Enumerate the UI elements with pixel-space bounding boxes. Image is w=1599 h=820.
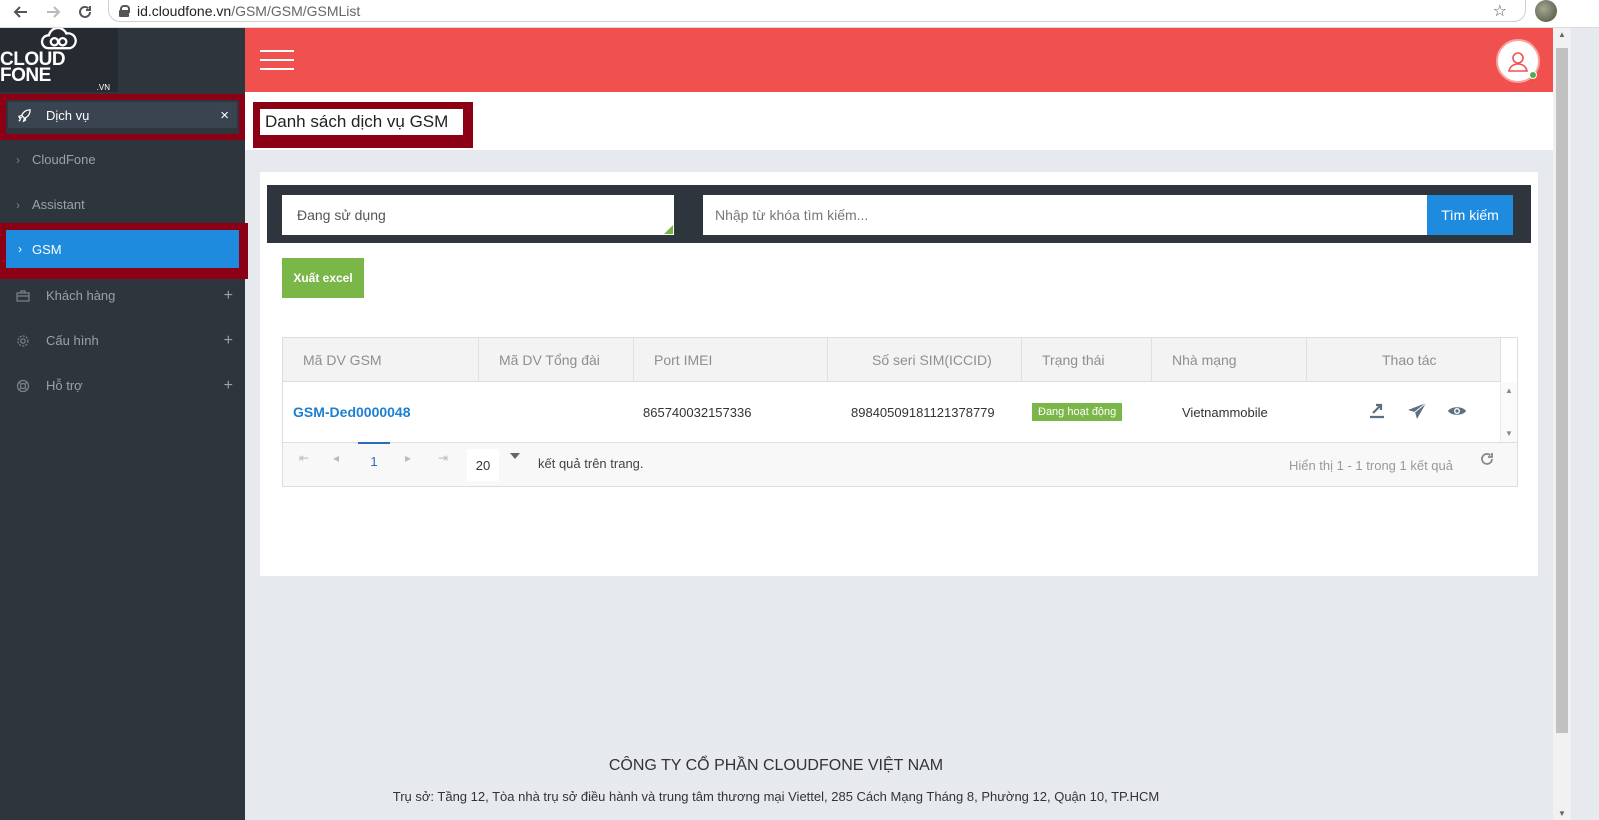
- scroll-up-icon[interactable]: ▲: [1558, 30, 1566, 39]
- column-header[interactable]: Mã DV GSM: [283, 338, 479, 382]
- sidebar-item-label: Assistant: [32, 197, 85, 212]
- content-card: Đang sử dụng Tìm kiếm Xuất excel Mã DV G…: [260, 172, 1538, 576]
- chevron-right-icon: ›: [16, 197, 20, 212]
- transfer-icon[interactable]: [1367, 402, 1387, 423]
- back-icon[interactable]: [8, 1, 34, 23]
- chevron-right-icon: ›: [16, 152, 20, 167]
- switchboard-code-cell: [479, 382, 634, 442]
- sidebar-item-label: Khách hàng: [46, 288, 116, 303]
- menu-section-header[interactable]: Dịch vụ ×: [8, 102, 237, 128]
- chevron-down-icon[interactable]: [510, 453, 520, 459]
- expand-plus-icon[interactable]: +: [224, 377, 233, 395]
- next-page-icon[interactable]: ▸: [405, 451, 411, 465]
- scroll-down-icon[interactable]: ▼: [1558, 809, 1566, 818]
- carrier-cell: Vietnammobile: [1182, 404, 1268, 420]
- lock-icon: [119, 4, 130, 17]
- prev-page-icon[interactable]: ◂: [333, 451, 339, 465]
- last-page-icon[interactable]: ⇥: [438, 451, 448, 465]
- pager-summary: Hiển thị 1 - 1 trong 1 kết quả: [1288, 458, 1453, 473]
- menu-section-label: Dịch vụ: [46, 107, 90, 123]
- column-header[interactable]: Port IMEI: [634, 338, 828, 382]
- port-imei-cell: 865740032157336: [643, 404, 752, 420]
- page-title-bar: Danh sách dịch vụ GSM: [245, 92, 1553, 150]
- filter-bar: Đang sử dụng Tìm kiếm: [267, 185, 1531, 243]
- rocket-icon: [8, 108, 40, 123]
- forward-icon[interactable]: [40, 1, 66, 23]
- table-header: Mã DV GSM Mã DV Tổng đài Port IMEI Số se…: [283, 338, 1501, 382]
- sidebar-item-cloudfone[interactable]: › CloudFone: [0, 137, 245, 182]
- address-bar[interactable]: id.cloudfone.vn/GSM/GSM/GSMList: [108, 0, 1526, 22]
- table-row: GSM-Ded0000048 865740032157336 898405091…: [283, 382, 1501, 442]
- gsm-code-link[interactable]: GSM-Ded0000048: [293, 404, 411, 420]
- status-badge: Đang hoạt động: [1032, 403, 1123, 421]
- url-text: id.cloudfone.vn/GSM/GSM/GSMList: [137, 2, 361, 19]
- page-size-select[interactable]: 20: [467, 449, 499, 481]
- sidebar-item-support[interactable]: Hỗ trợ +: [0, 363, 245, 408]
- column-header[interactable]: Nhà mạng: [1152, 338, 1307, 382]
- search-input[interactable]: [703, 195, 1427, 235]
- logo-sub: .VN: [96, 83, 110, 92]
- sidebar-item-label: Cấu hình: [46, 333, 99, 348]
- scroll-up-icon[interactable]: ▲: [1505, 386, 1513, 395]
- sidebar-item-config[interactable]: Cấu hình +: [0, 318, 245, 363]
- sidebar-item-assistant[interactable]: › Assistant: [0, 182, 245, 227]
- column-header[interactable]: Trạng thái: [1022, 338, 1152, 382]
- table-scrollbar[interactable]: ▲ ▼: [1500, 382, 1517, 442]
- sidebar-item-customers[interactable]: Khách hàng +: [0, 273, 245, 318]
- search-button[interactable]: Tìm kiếm: [1427, 195, 1513, 235]
- close-icon[interactable]: ×: [220, 107, 229, 124]
- eye-icon[interactable]: [1447, 402, 1467, 423]
- page-scrollbar[interactable]: ▲ ▼: [1553, 28, 1571, 820]
- user-icon: [1508, 52, 1528, 72]
- first-page-icon[interactable]: ⇤: [299, 451, 309, 465]
- bookmark-star-icon[interactable]: ☆: [1493, 1, 1507, 21]
- scrollbar-thumb[interactable]: [1556, 48, 1568, 733]
- chevron-right-icon: ›: [18, 242, 22, 256]
- footer-address: Trụ sở: Tầng 12, Tòa nhà trụ sở điều hàn…: [392, 789, 1160, 804]
- lifebuoy-icon: [0, 379, 46, 393]
- current-page-number[interactable]: 1: [358, 442, 390, 472]
- table-pager: ⇤ ◂ 1 ▸ ⇥ 20 kết quả trên trang. Hiển th…: [283, 442, 1517, 486]
- sidebar-item-label: GSM: [32, 241, 62, 257]
- briefcase-icon: [0, 289, 46, 302]
- menu-section-services: Dịch vụ ×: [0, 94, 245, 140]
- send-icon[interactable]: [1407, 402, 1427, 423]
- hamburger-menu-icon[interactable]: [260, 50, 294, 70]
- page-title: Danh sách dịch vụ GSM: [260, 109, 463, 135]
- gear-icon: [0, 334, 46, 348]
- footer-company-name: CÔNG TY CỔ PHẦN CLOUDFONE VIỆT NAM: [608, 757, 944, 774]
- column-header[interactable]: Mã DV Tổng đài: [479, 338, 634, 382]
- column-header: Thao tác: [1307, 338, 1501, 382]
- browser-toolbar: id.cloudfone.vn/GSM/GSM/GSMList ☆: [0, 0, 1599, 28]
- expand-plus-icon[interactable]: +: [224, 287, 233, 305]
- sidebar-item-label: CloudFone: [32, 152, 96, 167]
- scroll-down-icon[interactable]: ▼: [1505, 429, 1513, 438]
- sidebar: CLOUD FONE .VN Dịch vụ × › CloudFone › A…: [0, 28, 248, 820]
- gsm-table: Mã DV GSM Mã DV Tổng đài Port IMEI Số se…: [282, 337, 1518, 487]
- sim-serial-cell: 89840509181121378779: [851, 404, 995, 420]
- online-status-dot: [1529, 71, 1537, 79]
- sidebar-item-gsm-frame: › GSM: [0, 223, 248, 279]
- refresh-icon[interactable]: [1479, 451, 1495, 472]
- status-filter-value: Đang sử dụng: [297, 207, 386, 223]
- browser-profile-avatar[interactable]: [1535, 0, 1557, 22]
- cloudfone-logo[interactable]: CLOUD FONE .VN: [0, 28, 118, 92]
- sidebar-item-label: Hỗ trợ: [46, 378, 83, 393]
- status-filter-select[interactable]: Đang sử dụng: [282, 195, 674, 235]
- top-header: [245, 28, 1553, 92]
- user-avatar[interactable]: [1496, 39, 1540, 83]
- logo-text: CLOUD FONE: [0, 49, 66, 86]
- per-page-label: kết quả trên trang.: [538, 456, 644, 471]
- column-header[interactable]: Số seri SIM(ICCID): [828, 338, 1022, 382]
- export-excel-button[interactable]: Xuất excel: [282, 258, 364, 298]
- cloud-logo-icon: [40, 28, 77, 50]
- page-title-frame: Danh sách dịch vụ GSM: [253, 102, 473, 148]
- expand-plus-icon[interactable]: +: [224, 332, 233, 350]
- reload-icon[interactable]: [72, 1, 98, 23]
- sidebar-item-gsm[interactable]: › GSM: [6, 230, 239, 268]
- row-actions: [1307, 382, 1501, 442]
